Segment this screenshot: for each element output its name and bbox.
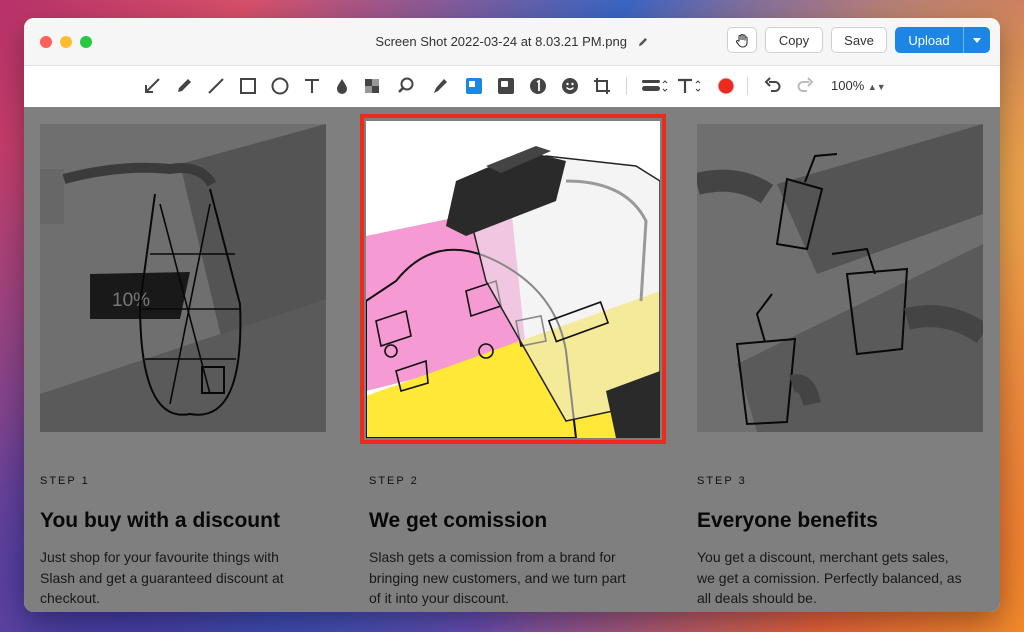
screenshot-editor-window: Screen Shot 2022-03-24 at 8.03.21 PM.png… <box>24 18 1000 612</box>
file-name[interactable]: Screen Shot 2022-03-24 at 8.03.21 PM.png <box>375 34 627 49</box>
step-1-description: Just shop for your favourite things with… <box>40 549 284 606</box>
save-button[interactable]: Save <box>831 27 887 53</box>
highlighter-icon[interactable] <box>429 75 451 97</box>
step-2-description: Slash gets a comission from a brand for … <box>369 549 626 606</box>
pencil-icon[interactable] <box>173 75 195 97</box>
rename-pencil-icon[interactable] <box>637 36 649 51</box>
step-3-label: STEP 3 <box>697 475 747 487</box>
hand-icon[interactable] <box>727 27 757 53</box>
blur-icon[interactable] <box>331 75 353 97</box>
undo-icon[interactable] <box>762 75 784 97</box>
annotation-toolbar: 100% ▲▼ <box>24 66 1000 108</box>
step-3-description: You get a discount, merchant gets sales,… <box>697 549 962 606</box>
screenshot-canvas[interactable]: 10% STEP 1 You buy with a discount Just … <box>24 107 1000 612</box>
zoom-control[interactable]: 100% ▲▼ <box>831 78 886 93</box>
line-icon[interactable] <box>205 75 227 97</box>
step-2-label: STEP 2 <box>369 475 419 487</box>
zoom-level: 100% <box>831 78 865 93</box>
highlight-rectangle-annotation[interactable] <box>360 114 666 444</box>
title-bar: Screen Shot 2022-03-24 at 8.03.21 PM.png… <box>24 18 1000 66</box>
ellipse-icon[interactable] <box>269 75 291 97</box>
font-size-icon[interactable] <box>674 75 704 97</box>
text-icon[interactable] <box>301 75 323 97</box>
crop-icon[interactable] <box>591 75 613 97</box>
rectangle-icon[interactable] <box>237 75 259 97</box>
zoom-stepper-icon: ▲▼ <box>867 82 886 92</box>
step-1-image: 10% <box>40 124 326 432</box>
upload-options-chevron-down-icon[interactable] <box>963 27 990 53</box>
redo-icon[interactable] <box>794 75 816 97</box>
step-3-heading: Everyone benefits <box>697 509 878 532</box>
filled-rectangle-icon[interactable] <box>463 75 485 97</box>
emoji-icon[interactable] <box>559 75 581 97</box>
upload-button[interactable]: Upload <box>895 27 963 53</box>
toolbar-divider <box>626 77 627 95</box>
step-1-heading: You buy with a discount <box>40 509 280 532</box>
line-width-icon[interactable] <box>639 75 669 97</box>
color-picker-icon[interactable] <box>715 75 737 97</box>
counter-icon[interactable] <box>527 75 549 97</box>
upload-split-button: Upload <box>895 27 990 53</box>
step-3-image <box>697 124 983 432</box>
discount-badge: 10% <box>112 290 150 311</box>
title-bar-actions: Copy Save Upload <box>727 27 990 53</box>
spotlight-icon[interactable] <box>495 75 517 97</box>
arrow-icon[interactable] <box>141 75 163 97</box>
magnifier-icon[interactable] <box>395 75 417 97</box>
pixelate-icon[interactable] <box>361 75 383 97</box>
step-1-label: STEP 1 <box>40 475 90 487</box>
step-2-heading: We get comission <box>369 509 548 532</box>
copy-button[interactable]: Copy <box>765 27 823 53</box>
toolbar-divider <box>747 77 748 95</box>
